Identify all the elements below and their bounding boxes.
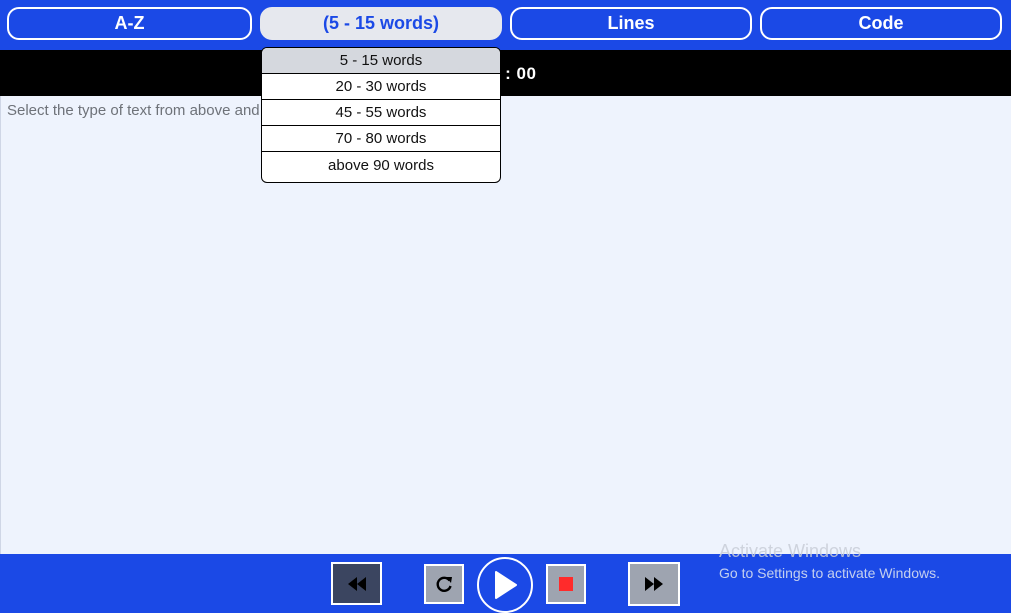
fast-forward-button[interactable] — [628, 562, 680, 606]
watermark-title: Activate Windows — [719, 541, 862, 561]
top-nav-bar: A-Z (5 - 15 words) Lines Code — [0, 0, 1011, 50]
dropdown-option-5-15[interactable]: 5 - 15 words — [262, 48, 500, 74]
windows-activation-watermark: Activate Windows Go to Settings to activ… — [719, 541, 940, 581]
word-count-dropdown: 5 - 15 words 20 - 30 words 45 - 55 words… — [261, 47, 501, 183]
tab-word-count[interactable]: (5 - 15 words) — [260, 7, 502, 40]
fast-forward-icon — [645, 577, 663, 591]
reload-icon — [436, 576, 452, 592]
tab-code[interactable]: Code — [760, 7, 1002, 40]
rewind-button[interactable] — [331, 562, 382, 605]
timer-bar: 00 : 00 — [0, 50, 1011, 96]
dropdown-option-above-90[interactable]: above 90 words — [262, 152, 500, 178]
play-button[interactable] — [477, 557, 533, 613]
dropdown-option-45-55[interactable]: 45 - 55 words — [262, 100, 500, 126]
reload-button[interactable] — [424, 564, 464, 604]
stop-button[interactable] — [546, 564, 586, 604]
dropdown-option-20-30[interactable]: 20 - 30 words — [262, 74, 500, 100]
dropdown-option-70-80[interactable]: 70 - 80 words — [262, 126, 500, 152]
watermark-subtitle: Go to Settings to activate Windows. — [719, 565, 940, 581]
rewind-icon — [347, 576, 366, 591]
play-icon — [495, 571, 517, 599]
tab-lines[interactable]: Lines — [510, 7, 752, 40]
tab-a-z[interactable]: A-Z — [7, 7, 252, 40]
typing-area[interactable]: Select the type of text from above and s… — [0, 96, 1011, 554]
stop-icon — [559, 577, 573, 591]
